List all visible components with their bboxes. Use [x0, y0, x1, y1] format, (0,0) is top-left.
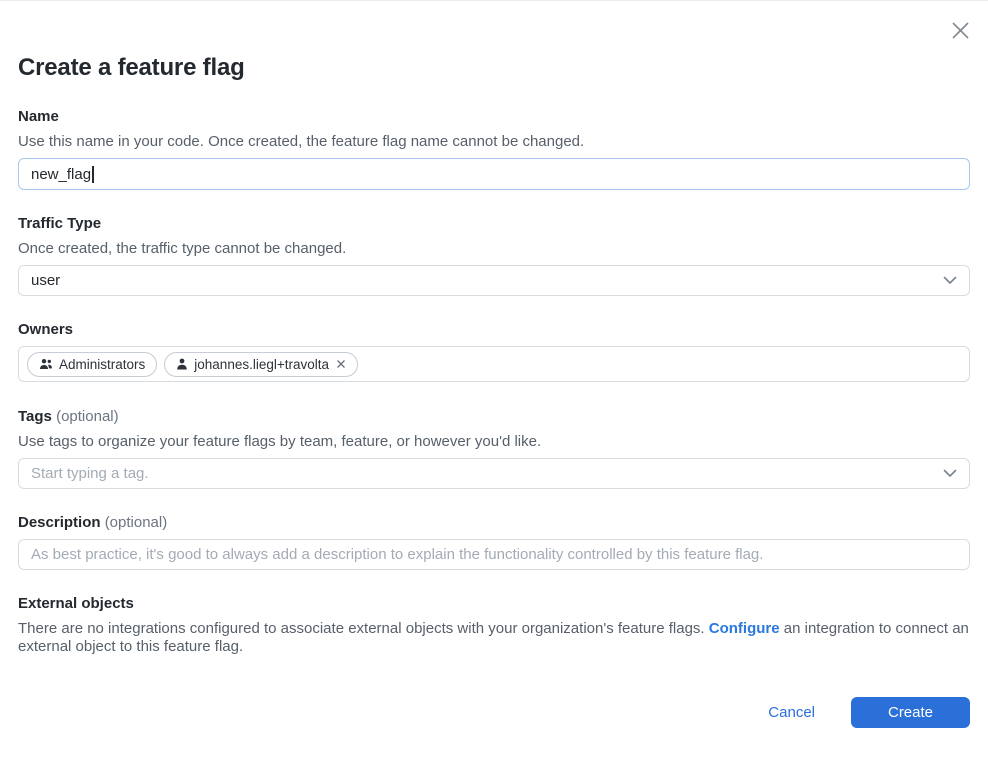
description-placeholder: As best practice, it's good to always ad…: [31, 546, 763, 563]
traffic-type-section: Traffic Type Once created, the traffic t…: [18, 215, 970, 296]
modal-footer: Cancel Create: [18, 697, 970, 728]
tags-label: Tags: [18, 408, 52, 425]
cancel-button[interactable]: Cancel: [760, 698, 823, 727]
tags-section: Tags (optional) Use tags to organize you…: [18, 408, 970, 489]
chevron-down-icon: [943, 469, 957, 478]
owner-chip-label: Administrators: [59, 357, 145, 372]
text-cursor: [92, 166, 94, 183]
owners-input[interactable]: Administrators johannes.liegl+travolta: [18, 346, 970, 382]
create-feature-flag-modal: Create a feature flag Name Use this name…: [0, 0, 988, 763]
description-optional-label: (optional): [105, 514, 168, 531]
owner-chip-user[interactable]: johannes.liegl+travolta: [164, 352, 358, 377]
traffic-type-description: Once created, the traffic type cannot be…: [18, 240, 970, 258]
name-label: Name: [18, 108, 970, 126]
configure-link[interactable]: Configure: [709, 620, 780, 637]
page-title: Create a feature flag: [18, 1, 970, 83]
person-icon: [176, 358, 188, 370]
name-input[interactable]: new_flag: [18, 158, 970, 190]
owners-label: Owners: [18, 321, 970, 339]
traffic-type-value: user: [31, 272, 60, 289]
name-input-value: new_flag: [31, 166, 91, 183]
tags-input[interactable]: Start typing a tag.: [18, 458, 970, 489]
external-objects-text-before: There are no integrations configured to …: [18, 620, 709, 637]
tags-optional-label: (optional): [56, 408, 119, 425]
close-button[interactable]: [948, 18, 972, 42]
name-section: Name Use this name in your code. Once cr…: [18, 108, 970, 190]
remove-owner-icon[interactable]: [336, 359, 346, 369]
create-button[interactable]: Create: [851, 697, 970, 728]
owners-section: Owners Administrators: [18, 321, 970, 382]
name-description: Use this name in your code. Once created…: [18, 133, 970, 151]
external-objects-section: External objects There are no integratio…: [18, 595, 970, 656]
external-objects-label: External objects: [18, 595, 970, 613]
traffic-type-label: Traffic Type: [18, 215, 970, 233]
owner-chip-administrators[interactable]: Administrators: [27, 352, 157, 377]
description-input[interactable]: As best practice, it's good to always ad…: [18, 539, 970, 570]
external-objects-text: There are no integrations configured to …: [18, 620, 970, 656]
tags-placeholder: Start typing a tag.: [31, 465, 149, 482]
chevron-down-icon: [943, 276, 957, 285]
group-icon: [39, 358, 53, 370]
owner-chip-label: johannes.liegl+travolta: [194, 357, 329, 372]
traffic-type-select[interactable]: user: [18, 265, 970, 296]
tags-description: Use tags to organize your feature flags …: [18, 433, 970, 451]
description-section: Description (optional) As best practice,…: [18, 514, 970, 570]
close-icon: [950, 20, 971, 41]
description-label: Description: [18, 514, 101, 531]
